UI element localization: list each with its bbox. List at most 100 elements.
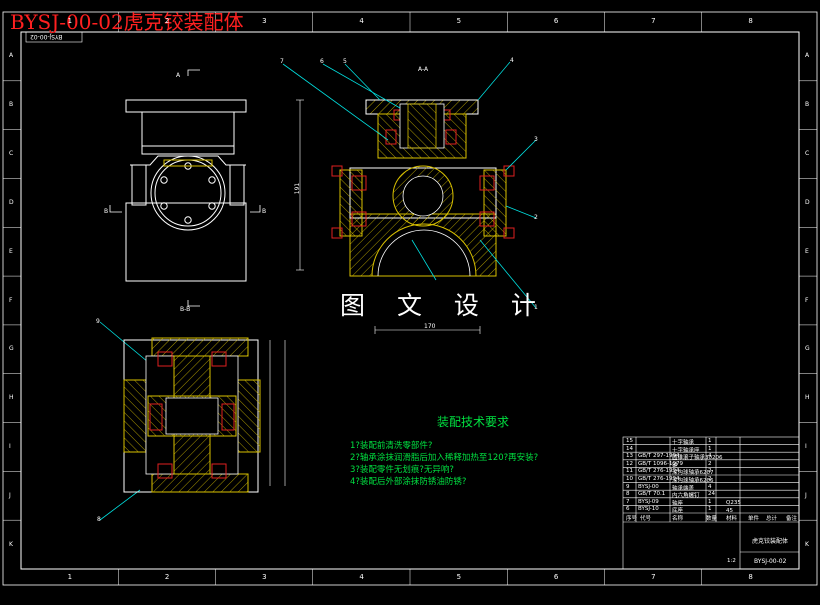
section-bb — [123, 337, 261, 493]
tb-header-cell: 总计 — [766, 516, 778, 522]
drawing-title: BYSJ-00-02虎克铰装配体 — [10, 10, 244, 34]
tb-row-qty: 1 — [708, 498, 712, 505]
tb-row-qty: 1 — [708, 506, 712, 513]
zone-number-top: 2 — [164, 17, 170, 25]
leader-label-5: 5 — [343, 58, 347, 65]
tb-row-no: 12 — [626, 460, 633, 467]
tb-row-code: BYSJ-09 — [638, 498, 659, 505]
tb-row-no: 7 — [626, 498, 630, 505]
zone-letter-left: H — [9, 394, 14, 402]
tb-row-no: 13 — [626, 453, 633, 460]
zone-letter-left: G — [9, 345, 14, 353]
leader-label-8: 8 — [97, 516, 101, 523]
requirement-item: 3?装配零件无划痕?无异响? — [350, 465, 454, 475]
zone-letter-right: F — [805, 296, 809, 304]
zone-letter-left: K — [9, 540, 13, 548]
zone-number-top: 7 — [651, 17, 656, 25]
tb-row-qty: 4 — [708, 453, 712, 460]
section-aa-label: A-A — [418, 66, 429, 73]
tb-row-code: GB/T 70.1 — [638, 491, 666, 498]
requirement-item: 2?轴承涂抹润滑脂后加入稀释加热至120?再安装? — [350, 453, 539, 463]
tb-row-qty: 24 — [708, 491, 715, 498]
zone-number-top: 6 — [553, 17, 559, 25]
leader-label-3: 3 — [534, 136, 538, 143]
tb-row-qty: 2 — [708, 460, 712, 467]
leader-label-9: 9 — [96, 318, 100, 325]
zone-number-top: 5 — [456, 17, 462, 25]
zone-number-bottom: 5 — [456, 573, 462, 581]
view-a-mark: A — [176, 72, 181, 79]
requirement-item: 1?装配前清洗零部件? — [350, 441, 433, 451]
zone-letter-right: J — [805, 491, 807, 499]
zone-letter-left: I — [9, 442, 11, 450]
zone-number-top: 1 — [67, 17, 73, 25]
leader-label-6: 6 — [320, 58, 324, 65]
tb-row-no: 6 — [626, 506, 630, 513]
zone-letter-right: G — [805, 345, 810, 353]
tb-row-no: 8 — [626, 491, 630, 498]
tb-row-no: 9 — [626, 483, 630, 490]
zone-number-bottom: 7 — [651, 573, 656, 581]
zone-letter-right: K — [805, 540, 809, 548]
zone-number-bottom: 1 — [67, 573, 73, 581]
zone-letter-right: I — [805, 442, 807, 450]
zone-letter-left: J — [9, 491, 11, 499]
tb-row-code: BYSJ-10 — [638, 506, 659, 513]
tb-header-cell: 单件 — [748, 516, 760, 522]
zone-letter-right: H — [805, 394, 810, 402]
zone-number-top: 4 — [359, 17, 364, 25]
view-top-left — [125, 99, 247, 282]
zone-letter-right: D — [805, 198, 810, 206]
title-block-name: 虎克铰装配体 — [752, 538, 789, 545]
zone-letter-left: A — [9, 52, 14, 60]
tb-header-cell: 名称 — [672, 516, 684, 522]
view-b-mark-right: B — [262, 208, 267, 215]
view-b-mark-left: B — [104, 208, 109, 215]
zone-number-bottom: 3 — [262, 573, 267, 581]
tb-row-no: 14 — [626, 445, 633, 452]
requirement-item: 4?装配后外部涂抹防锈油防锈? — [350, 477, 467, 487]
tb-header-cell: 材料 — [726, 516, 738, 522]
tb-row-qty: 1 — [708, 445, 712, 452]
leader-label-2: 2 — [534, 214, 538, 221]
zone-letter-left: D — [9, 198, 14, 206]
tb-row-qty: 4 — [708, 483, 712, 490]
code-stamp: BYSJ-00-02 — [30, 33, 63, 40]
zone-number-bottom: 2 — [164, 573, 170, 581]
tb-row-code: BYSJ-00 — [638, 483, 659, 490]
tb-header-cell: 代号 — [640, 516, 652, 522]
zone-number-bottom: 6 — [553, 573, 559, 581]
zone-letter-right: A — [805, 52, 810, 60]
tb-row-qty: 2 — [708, 468, 712, 475]
section-bb-label: B-B — [180, 306, 191, 313]
zone-letter-right: E — [805, 247, 809, 255]
requirements-title: 装配技术要求 — [437, 415, 510, 429]
title-block-scale: 1:2 — [727, 558, 736, 564]
zone-letter-right: C — [805, 150, 810, 158]
tb-header-cell: 数量 — [706, 516, 718, 522]
material-2: 45 — [726, 508, 733, 514]
tb-row-no: 15 — [626, 438, 633, 444]
zone-letter-right: B — [805, 101, 810, 109]
tb-row-qty: 1 — [708, 438, 712, 444]
zone-number-top: 3 — [262, 17, 267, 25]
tb-header-cell: 备注 — [786, 516, 798, 522]
tb-row-qty: 2 — [708, 476, 712, 482]
tb-row-no: 10 — [626, 476, 633, 482]
watermark: 图 文 设 计 — [340, 291, 548, 320]
dim-height: 191 — [294, 182, 302, 195]
tb-header-cell: 序号 — [626, 516, 638, 522]
material-1: Q235 — [726, 500, 741, 506]
zone-number-bottom: 4 — [359, 573, 364, 581]
leader-label-7: 7 — [280, 58, 284, 65]
drawing-sheet: BYSJ-00-02虎克铰装配体 BYSJ-00-02 A-A A B B B-… — [0, 0, 820, 601]
tb-row-no: 11 — [626, 468, 633, 475]
title-block-drawing-no: BYSJ-00-02 — [754, 558, 787, 565]
zone-number-bottom: 8 — [748, 573, 753, 581]
dim-width: 170 — [424, 323, 436, 330]
section-aa — [331, 99, 515, 277]
zone-letter-left: B — [9, 101, 14, 109]
zone-letter-left: F — [9, 296, 13, 304]
zone-letter-left: C — [9, 150, 14, 158]
zone-number-top: 8 — [748, 17, 753, 25]
